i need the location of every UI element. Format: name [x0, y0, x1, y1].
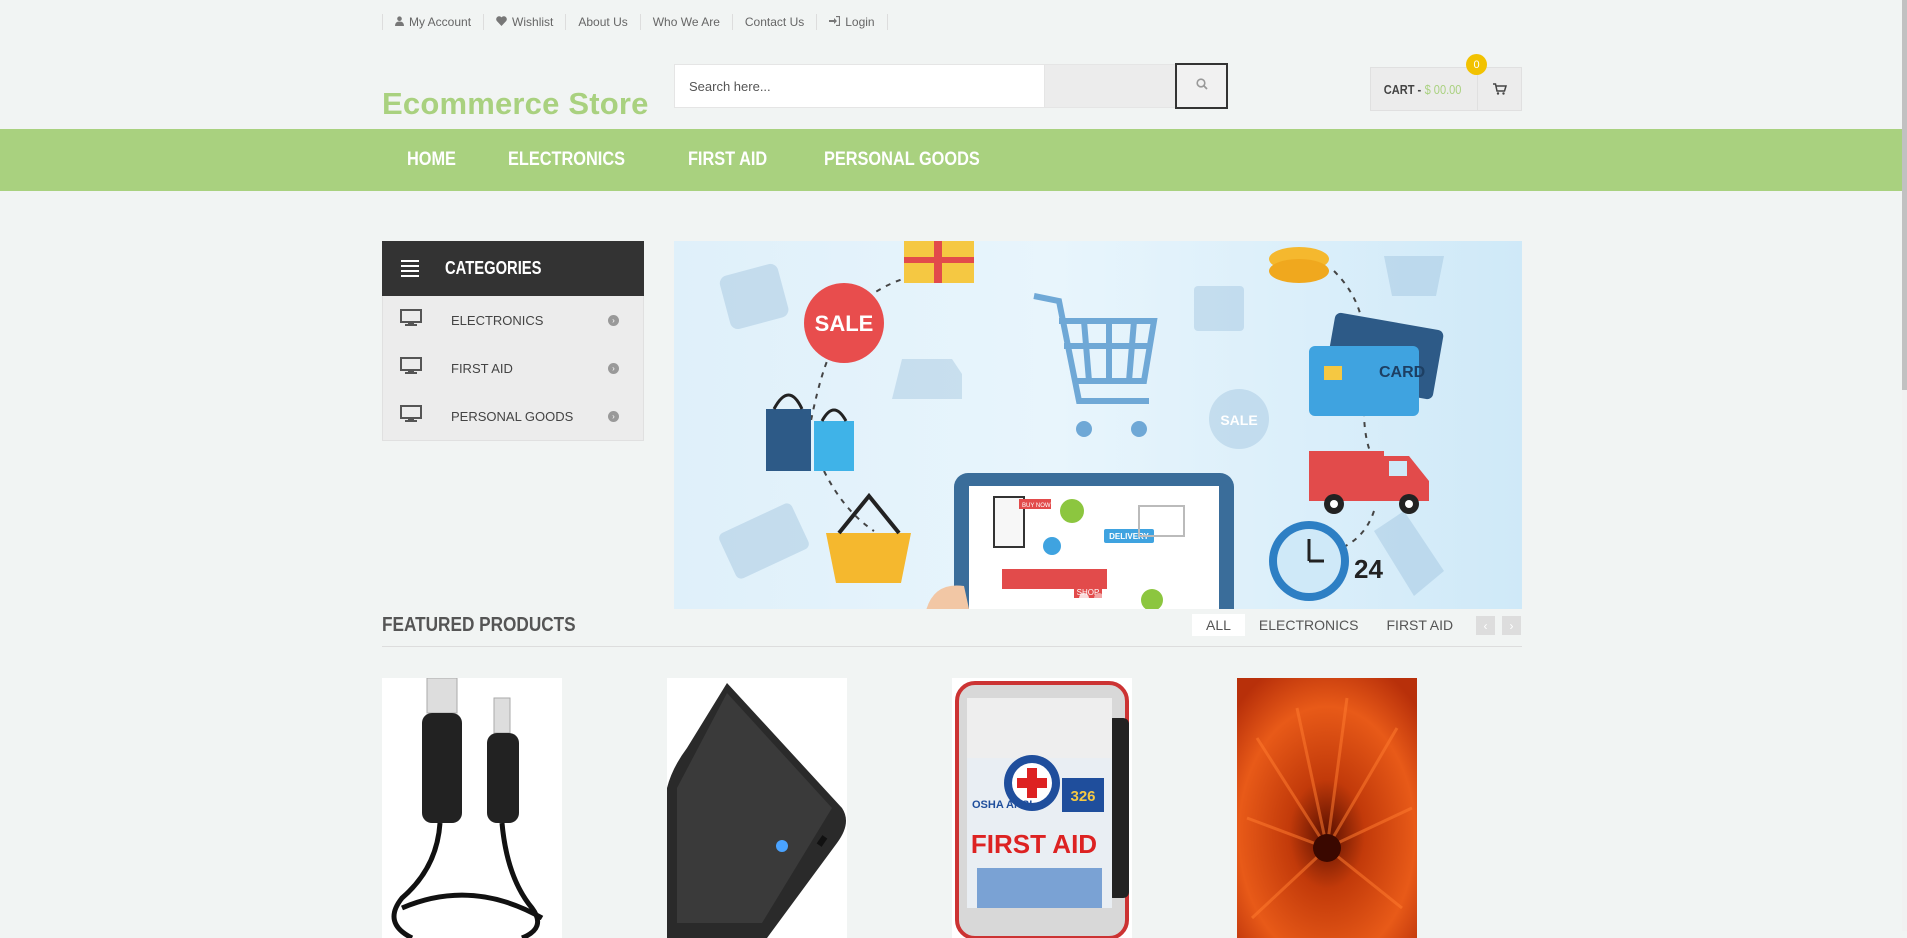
arrow-right-circle-icon: › [608, 410, 619, 422]
categories-sidebar: CATEGORIES ELECTRONICS › FIRST AID › PER… [382, 241, 644, 441]
login-label: Login [845, 15, 875, 29]
shopping-cart-icon [1477, 68, 1521, 110]
featured-products-title: FEATURED PRODUCTS [382, 614, 576, 636]
search-category-area[interactable] [1045, 64, 1175, 108]
first-aid-kit-text: FIRST AID [971, 829, 1097, 859]
search-icon [1195, 77, 1208, 95]
heart-icon [496, 15, 507, 29]
product-card-first-aid-kit[interactable]: OSHA ANSI 326 FIRST AID [952, 678, 1132, 938]
contact-us-label: Contact Us [744, 15, 805, 29]
featured-tabs: ALL ELECTRONICS FIRST AID [1192, 614, 1467, 636]
wishlist-label: Wishlist [512, 15, 554, 29]
van-icon [892, 359, 962, 399]
nav-first-aid[interactable]: FIRST AID [663, 129, 792, 191]
category-label: PERSONAL GOODS [451, 408, 574, 424]
tab-first-aid[interactable]: FIRST AID [1373, 614, 1468, 636]
category-label: FIRST AID [451, 360, 513, 376]
my-account-link[interactable]: My Account [382, 14, 483, 30]
category-item-electronics[interactable]: ELECTRONICS › [383, 296, 643, 344]
price-tag-icon [1374, 511, 1444, 596]
who-we-are-link[interactable]: Who We Are [639, 14, 732, 30]
credit-card-illustration [1309, 346, 1419, 416]
contact-us-link[interactable]: Contact Us [731, 14, 816, 30]
categories-header[interactable]: CATEGORIES [382, 241, 644, 296]
page-scrollbar[interactable] [1902, 0, 1907, 931]
search-input[interactable] [674, 64, 1045, 108]
who-we-are-label: Who We Are [652, 15, 720, 29]
menu-icon [401, 257, 419, 280]
product-card-power-bank[interactable] [667, 678, 847, 938]
first-aid-kit-image: OSHA ANSI 326 FIRST AID [952, 678, 1132, 938]
product-card-flower[interactable] [1237, 678, 1417, 938]
hero-banner[interactable]: SALE SALE CARD 24 BUY NOW DELIVERY SHOP [674, 241, 1522, 609]
carousel-prev-button[interactable]: ‹ [1476, 616, 1495, 635]
shopping-bag-icon [766, 409, 811, 471]
card-text: CARD [1379, 364, 1425, 381]
wallet-icon [719, 263, 789, 330]
featured-divider [382, 646, 1522, 647]
usb-cable-image [382, 678, 562, 938]
buy-now-text: BUY NOW [1022, 503, 1051, 509]
nav-home[interactable]: HOME [382, 129, 481, 191]
main-nav: HOME ELECTRONICS FIRST AID PERSONAL GOOD… [0, 129, 1904, 191]
first-aid-count-text: 326 [1070, 788, 1095, 805]
basket-icon [1384, 256, 1444, 296]
cart-count-badge: 0 [1466, 54, 1487, 75]
cart-amount: $ 00.00 [1424, 81, 1462, 97]
category-item-personal-goods[interactable]: PERSONAL GOODS › [383, 392, 643, 440]
gift-icon [1194, 286, 1244, 331]
category-label: ELECTRONICS [451, 312, 544, 328]
product-card-usb-cable[interactable] [382, 678, 562, 938]
orange-flower-image [1237, 678, 1417, 938]
featured-carousel-controls: ‹ › [1476, 616, 1521, 635]
arrow-right-circle-icon: › [608, 362, 619, 374]
shopping-cart-illustration [1033, 293, 1158, 404]
wishlist-link[interactable]: Wishlist [483, 14, 565, 30]
my-account-label: My Account [409, 15, 472, 29]
categories-title: CATEGORIES [445, 258, 542, 278]
about-us-link[interactable]: About Us [565, 14, 639, 30]
top-links-bar: My Account Wishlist About Us Who We Are … [382, 12, 888, 32]
cart-summary: CART - $ 00.00 [1371, 68, 1462, 110]
monitor-icon [400, 404, 422, 428]
arrow-right-circle-icon: › [608, 314, 619, 326]
tab-all[interactable]: ALL [1192, 614, 1245, 636]
sign-in-icon [829, 15, 841, 29]
carousel-next-button[interactable]: › [1502, 616, 1521, 635]
clock-24-text: 24 [1354, 554, 1383, 584]
about-us-label: About Us [578, 15, 628, 29]
banner-illustration: SALE SALE CARD 24 BUY NOW DELIVERY SHOP [719, 241, 1444, 609]
monitor-icon [400, 308, 422, 332]
basket-illustration [826, 533, 911, 583]
login-link[interactable]: Login [816, 14, 888, 30]
delivery-truck-illustration [1309, 451, 1384, 501]
cart-button[interactable]: CART - $ 00.00 [1370, 67, 1522, 111]
nav-personal-goods[interactable]: PERSONAL GOODS [799, 129, 1005, 191]
sale-text-2: SALE [1220, 412, 1257, 428]
first-aid-osha-text: OSHA ANSI [972, 799, 1032, 811]
cart-label: CART - [1383, 81, 1422, 97]
nav-electronics[interactable]: ELECTRONICS [483, 129, 650, 191]
money-icon [719, 503, 809, 579]
tab-electronics[interactable]: ELECTRONICS [1245, 614, 1373, 636]
sale-text: SALE [815, 311, 874, 336]
category-item-first-aid[interactable]: FIRST AID › [383, 344, 643, 392]
store-logo[interactable]: Ecommerce Store [382, 86, 649, 122]
user-icon [395, 15, 404, 29]
search-bar [674, 63, 1228, 110]
power-bank-image [667, 678, 847, 938]
monitor-icon [400, 356, 422, 380]
search-button[interactable] [1175, 63, 1228, 109]
scrollbar-thumb[interactable] [1902, 0, 1907, 390]
